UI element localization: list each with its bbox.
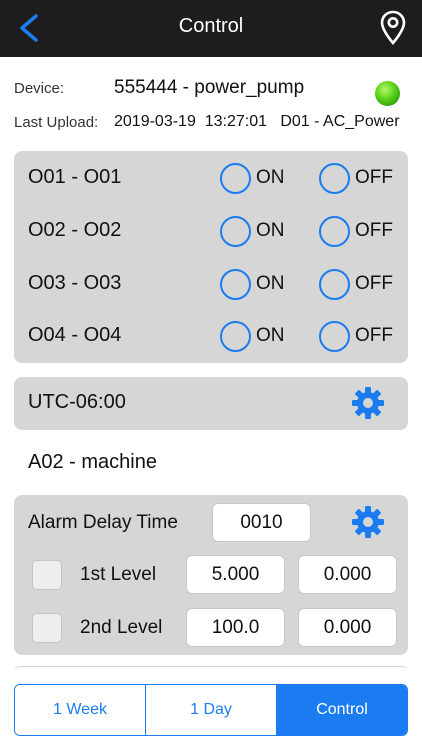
level-2-value-a[interactable]: 100.0 bbox=[186, 608, 285, 647]
timezone-value: UTC-06:00 bbox=[28, 391, 126, 413]
next-panel-edge bbox=[14, 666, 408, 672]
on-radio[interactable] bbox=[220, 216, 251, 247]
level-1-value-b[interactable]: 0.000 bbox=[298, 555, 397, 594]
output-name: O01 - O01 bbox=[28, 166, 122, 188]
output-name: O03 - O03 bbox=[28, 272, 122, 294]
analog-name: A02 - machine bbox=[28, 451, 157, 473]
device-value: 555444 - power_pump bbox=[114, 77, 305, 98]
level-2-label: 2nd Level bbox=[80, 617, 163, 638]
on-radio[interactable] bbox=[220, 163, 251, 194]
off-radio[interactable] bbox=[319, 216, 350, 247]
off-radio[interactable] bbox=[319, 269, 350, 300]
outputs-panel: O01 - O01 ON OFF O02 - O02 ON OFF O03 - … bbox=[14, 151, 408, 363]
on-label: ON bbox=[256, 325, 285, 346]
output-row: O01 - O01 ON OFF bbox=[14, 152, 408, 205]
output-row: O04 - O04 ON OFF bbox=[14, 310, 408, 363]
level-1-checkbox[interactable] bbox=[32, 560, 62, 590]
output-row: O03 - O03 ON OFF bbox=[14, 258, 408, 311]
level-1-label: 1st Level bbox=[80, 564, 157, 585]
off-label: OFF bbox=[355, 273, 393, 294]
status-led bbox=[375, 81, 400, 106]
level-2-value-b[interactable]: 0.000 bbox=[298, 608, 397, 647]
last-upload-label: Last Upload: bbox=[14, 114, 99, 131]
output-name: O04 - O04 bbox=[28, 324, 122, 346]
on-label: ON bbox=[256, 273, 285, 294]
off-label: OFF bbox=[355, 220, 393, 241]
map-pin-icon[interactable] bbox=[380, 10, 406, 46]
output-row: O02 - O02 ON OFF bbox=[14, 205, 408, 258]
alarm-delay-field[interactable]: 0010 bbox=[212, 503, 311, 542]
gear-icon[interactable] bbox=[351, 505, 385, 539]
nav-bar: Control bbox=[0, 0, 422, 57]
gear-icon[interactable] bbox=[351, 386, 385, 420]
on-radio[interactable] bbox=[220, 269, 251, 300]
on-radio[interactable] bbox=[220, 321, 251, 352]
off-label: OFF bbox=[355, 325, 393, 346]
level-1-value-a[interactable]: 5.000 bbox=[186, 555, 285, 594]
tab-control[interactable]: Control bbox=[276, 685, 407, 735]
off-radio[interactable] bbox=[319, 163, 350, 194]
alarm-delay-label: Alarm Delay Time bbox=[28, 512, 178, 533]
off-radio[interactable] bbox=[319, 321, 350, 352]
on-label: ON bbox=[256, 220, 285, 241]
on-label: ON bbox=[256, 167, 285, 188]
tab-1-day[interactable]: 1 Day bbox=[145, 685, 276, 735]
alarm-panel: Alarm Delay Time 0010 1st Level 5.000 0.… bbox=[14, 495, 408, 655]
page-title: Control bbox=[178, 15, 244, 37]
device-label: Device: bbox=[14, 80, 65, 97]
segmented-tabs: 1 Week 1 Day Control bbox=[14, 684, 408, 736]
level-2-checkbox[interactable] bbox=[32, 613, 62, 643]
output-name: O02 - O02 bbox=[28, 219, 122, 241]
last-upload-value: 2019-03-19 13:27:01 D01 - AC_Power bbox=[114, 113, 400, 130]
tab-1-week[interactable]: 1 Week bbox=[15, 685, 145, 735]
off-label: OFF bbox=[355, 167, 393, 188]
timezone-panel: UTC-06:00 bbox=[14, 377, 408, 430]
